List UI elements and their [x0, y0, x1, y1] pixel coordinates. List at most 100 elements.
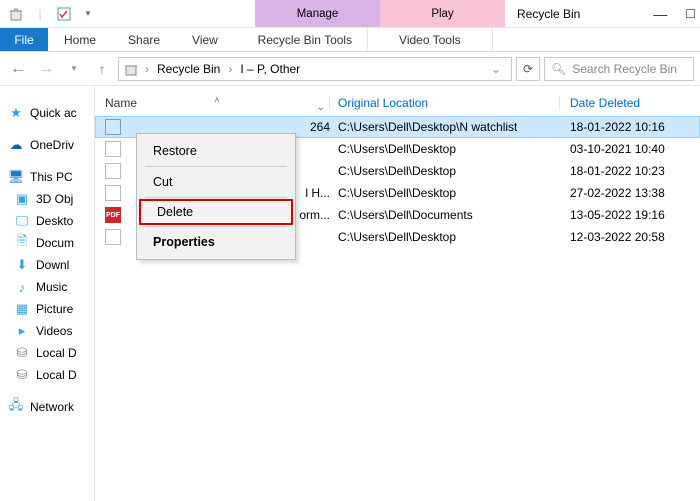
column-headers: Name ˄ ⌄ Original Location Date Deleted	[95, 90, 700, 116]
address-history-dropdown[interactable]: ⌄	[485, 62, 507, 76]
window-title: Recycle Bin	[505, 0, 580, 27]
sort-ascending-icon: ˄	[214, 95, 219, 105]
chevron-right-icon[interactable]: ›	[226, 62, 234, 76]
file-name: l H...	[305, 186, 330, 200]
sidebar-3d-objects[interactable]: ▣ 3D Obj	[0, 188, 94, 210]
file-original-location: C:\Users\Dell\Desktop\N watchlist	[330, 120, 560, 134]
download-icon: ⬇	[14, 257, 30, 273]
document-icon: 🗎	[14, 235, 30, 251]
qat-dropdown-icon[interactable]: ▾	[80, 6, 96, 22]
column-name[interactable]: Name ˄ ⌄	[105, 96, 330, 110]
refresh-button[interactable]: ⟳	[516, 57, 540, 81]
file-original-location: C:\Users\Dell\Documents	[330, 208, 560, 222]
desktop-icon: 🖵	[14, 213, 30, 229]
monitor-icon: 🖥	[8, 169, 24, 185]
drive-icon: ⛁	[14, 367, 30, 383]
file-date-deleted: 27-02-2022 13:38	[560, 186, 700, 200]
context-separator	[145, 166, 287, 167]
column-date-deleted[interactable]: Date Deleted	[560, 96, 700, 110]
home-tab[interactable]: Home	[48, 28, 112, 51]
file-date-deleted: 12-03-2022 20:58	[560, 230, 700, 244]
window-controls: — ☐	[653, 0, 696, 28]
maximize-button[interactable]: ☐	[685, 7, 696, 21]
sidebar-item-label: Quick ac	[30, 106, 77, 120]
sidebar-desktop[interactable]: 🖵 Deskto	[0, 210, 94, 232]
play-context-tab[interactable]: Play	[380, 0, 505, 27]
sidebar-music[interactable]: ♪ Music	[0, 276, 94, 298]
sidebar-local-disk-2[interactable]: ⛁ Local D	[0, 364, 94, 386]
text-file-icon	[105, 185, 121, 201]
drive-icon: ⛁	[14, 345, 30, 361]
back-button[interactable]: ←	[6, 57, 30, 81]
sidebar-item-label: Music	[36, 280, 67, 294]
star-icon: ★	[8, 105, 24, 121]
file-original-location: C:\Users\Dell\Desktop	[330, 142, 560, 156]
file-tab[interactable]: File	[0, 28, 48, 51]
sidebar-videos[interactable]: ▸ Videos	[0, 320, 94, 342]
search-placeholder: Search Recycle Bin	[572, 62, 677, 76]
qat-properties-icon[interactable]	[56, 6, 72, 22]
sidebar-downloads[interactable]: ⬇ Downl	[0, 254, 94, 276]
address-bar[interactable]: › Recycle Bin › I – P, Other ⌄	[118, 57, 512, 81]
chevron-right-icon[interactable]: ›	[143, 62, 151, 76]
up-button[interactable]: ↑	[90, 57, 114, 81]
view-tab[interactable]: View	[176, 28, 234, 51]
sidebar-item-label: Deskto	[36, 214, 73, 228]
search-box[interactable]: 🔍︎ Search Recycle Bin	[544, 57, 694, 81]
picture-icon: ▦	[14, 301, 30, 317]
qat-separator: |	[32, 6, 48, 22]
music-icon: ♪	[14, 279, 30, 295]
column-original-location[interactable]: Original Location	[330, 96, 560, 110]
recycle-bin-tools-tab[interactable]: Recycle Bin Tools	[243, 28, 368, 51]
sidebar-item-label: Network	[30, 400, 74, 414]
file-date-deleted: 18-01-2022 10:16	[560, 120, 700, 134]
sidebar-documents[interactable]: 🗎 Docum	[0, 232, 94, 254]
sidebar-onedrive[interactable]: ☁ OneDriv	[0, 134, 94, 156]
sidebar-item-label: Docum	[36, 236, 74, 250]
nav-bar: ← → ▾ ↑ › Recycle Bin › I – P, Other ⌄ ⟳…	[0, 52, 700, 86]
manage-context-tab[interactable]: Manage	[255, 0, 380, 27]
sidebar-network[interactable]: 🖧 Network	[0, 396, 94, 418]
sidebar-this-pc[interactable]: 🖥 This PC	[0, 166, 94, 188]
sidebar-local-disk-1[interactable]: ⛁ Local D	[0, 342, 94, 364]
sidebar-pictures[interactable]: ▦ Picture	[0, 298, 94, 320]
text-file-icon	[105, 229, 121, 245]
sidebar-item-label: This PC	[30, 170, 73, 184]
column-label: Name	[105, 96, 137, 110]
context-separator	[145, 197, 287, 198]
sidebar-item-label: OneDriv	[30, 138, 74, 152]
column-dropdown-icon[interactable]: ⌄	[317, 102, 325, 113]
text-file-icon	[105, 163, 121, 179]
sidebar-item-label: Local D	[36, 346, 77, 360]
search-icon: 🔍︎	[551, 62, 566, 76]
text-file-icon	[105, 141, 121, 157]
file-date-deleted: 13-05-2022 19:16	[560, 208, 700, 222]
sidebar-item-label: Downl	[36, 258, 69, 272]
title-bar: | ▾ Manage Play Recycle Bin — ☐	[0, 0, 700, 28]
minimize-button[interactable]: —	[653, 6, 667, 22]
context-properties[interactable]: Properties	[137, 229, 295, 255]
recycle-bin-icon	[8, 6, 24, 22]
sidebar-item-label: Videos	[36, 324, 72, 338]
file-date-deleted: 18-01-2022 10:23	[560, 164, 700, 178]
sidebar-item-label: 3D Obj	[36, 192, 73, 206]
forward-button[interactable]: →	[34, 57, 58, 81]
breadcrumb-recycle-bin[interactable]: Recycle Bin	[155, 62, 222, 76]
context-cut[interactable]: Cut	[137, 169, 295, 195]
network-icon: 🖧	[8, 399, 24, 415]
pdf-file-icon: PDF	[105, 207, 121, 223]
recent-locations-dropdown[interactable]: ▾	[62, 57, 86, 81]
video-tools-tab[interactable]: Video Tools	[368, 28, 493, 51]
context-delete[interactable]: Delete	[139, 199, 293, 225]
context-restore[interactable]: Restore	[137, 138, 295, 164]
sidebar-quick-access[interactable]: ★ Quick ac	[0, 102, 94, 124]
share-tab[interactable]: Share	[112, 28, 176, 51]
video-icon: ▸	[14, 323, 30, 339]
image-file-icon	[105, 119, 121, 135]
breadcrumb-folder[interactable]: I – P, Other	[238, 62, 302, 76]
contextual-tab-group: Manage Play	[255, 0, 505, 27]
ribbon-tabs: File Home Share View Recycle Bin Tools V…	[0, 28, 700, 52]
context-menu: Restore Cut Delete Properties	[136, 133, 296, 260]
file-name: 264	[310, 120, 330, 134]
cloud-icon: ☁	[8, 137, 24, 153]
